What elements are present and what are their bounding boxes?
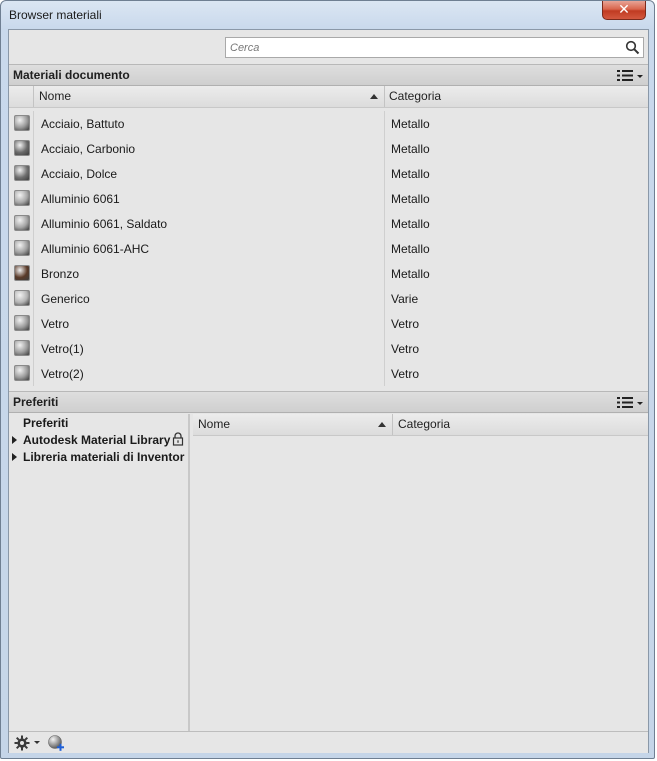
tree-item-label: Libreria materiali di Inventor [23, 450, 185, 464]
column-header-category[interactable]: Categoria [389, 86, 441, 107]
search-input[interactable] [230, 39, 610, 56]
window-title: Browser materiali [9, 8, 102, 22]
material-category: Vetro [391, 342, 420, 356]
expand-arrow-icon[interactable] [12, 436, 17, 444]
chevron-down-icon[interactable] [34, 741, 40, 744]
column-header-name[interactable]: Nome [198, 414, 230, 435]
favorites-materials-grid: Nome Categoria [192, 414, 648, 731]
material-swatch-icon [14, 165, 30, 181]
material-row[interactable]: Acciaio, Carbonio Metallo [9, 136, 648, 161]
bottom-toolbar [9, 731, 648, 753]
material-name: Alluminio 6061-AHC [41, 242, 150, 256]
material-category: Vetro [391, 317, 420, 331]
favorites-title: Preferiti [13, 395, 59, 409]
material-row[interactable]: Vetro(2) Vetro [9, 361, 648, 386]
browser-client-area: Materiali documento Nome Categoria Accia… [8, 29, 649, 753]
document-materials-header: Materiali documento [9, 64, 648, 86]
material-row[interactable]: Acciaio, Battuto Metallo [9, 111, 648, 136]
material-row[interactable]: Acciaio, Dolce Metallo [9, 161, 648, 186]
material-row[interactable]: Vetro(1) Vetro [9, 336, 648, 361]
material-swatch-icon [14, 115, 30, 131]
material-row[interactable]: Alluminio 6061-AHC Metallo [9, 236, 648, 261]
material-swatch-icon [14, 240, 30, 256]
add-material-icon[interactable] [47, 734, 65, 752]
material-row[interactable]: Generico Varie [9, 286, 648, 311]
expand-arrow-icon[interactable] [12, 453, 17, 461]
material-swatch-icon [14, 215, 30, 231]
material-swatch-icon [14, 290, 30, 306]
material-row[interactable]: Vetro Vetro [9, 311, 648, 336]
material-name: Acciaio, Carbonio [41, 142, 136, 156]
tree-item-label: Preferiti [23, 416, 69, 430]
material-category: Metallo [391, 117, 430, 131]
lock-icon [172, 432, 184, 446]
search-icon[interactable] [625, 40, 640, 55]
library-tree: Preferiti Autodesk Material Library Libr… [9, 414, 190, 731]
material-swatch-icon [14, 190, 30, 206]
material-name: Alluminio 6061 [41, 192, 120, 206]
materials-browser-window: Browser materiali ✕ Materiali documento [0, 0, 655, 759]
material-name: Acciaio, Battuto [41, 117, 125, 131]
view-options-icon[interactable] [616, 68, 644, 83]
material-category: Varie [391, 292, 419, 306]
close-button[interactable]: ✕ [602, 1, 646, 20]
material-row[interactable]: Bronzo Metallo [9, 261, 648, 286]
material-swatch-icon [14, 365, 30, 381]
material-name: Vetro(2) [41, 367, 84, 381]
column-header-name[interactable]: Nome [39, 86, 71, 107]
material-category: Metallo [391, 167, 430, 181]
view-options-icon[interactable] [616, 395, 644, 410]
material-swatch-icon [14, 315, 30, 331]
close-icon: ✕ [618, 1, 630, 17]
document-materials-column-header: Nome Categoria [9, 86, 648, 108]
favorites-header: Preferiti [9, 391, 648, 413]
material-swatch-icon [14, 140, 30, 156]
search-area [9, 30, 648, 64]
material-category: Metallo [391, 192, 430, 206]
material-category: Metallo [391, 142, 430, 156]
title-bar[interactable]: Browser materiali ✕ [1, 1, 654, 29]
material-row[interactable]: Alluminio 6061, Saldato Metallo [9, 211, 648, 236]
gear-icon[interactable] [14, 735, 30, 751]
material-name: Vetro [41, 317, 70, 331]
search-box[interactable] [225, 37, 644, 58]
favorites-column-header: Nome Categoria [193, 414, 648, 436]
material-name: Bronzo [41, 267, 80, 281]
material-name: Acciaio, Dolce [41, 167, 118, 181]
material-category: Metallo [391, 217, 430, 231]
material-swatch-icon [14, 265, 30, 281]
sort-ascending-icon [370, 94, 378, 99]
material-name: Alluminio 6061, Saldato [41, 217, 168, 231]
material-category: Vetro [391, 367, 420, 381]
document-materials-title: Materiali documento [13, 68, 130, 82]
material-swatch-icon [14, 340, 30, 356]
tree-item-label: Autodesk Material Library [23, 433, 171, 447]
material-row[interactable]: Alluminio 6061 Metallo [9, 186, 648, 211]
material-name: Generico [41, 292, 90, 306]
material-name: Vetro(1) [41, 342, 84, 356]
material-category: Metallo [391, 242, 430, 256]
sort-ascending-icon [378, 422, 386, 427]
material-category: Metallo [391, 267, 430, 281]
column-header-category[interactable]: Categoria [398, 414, 450, 435]
